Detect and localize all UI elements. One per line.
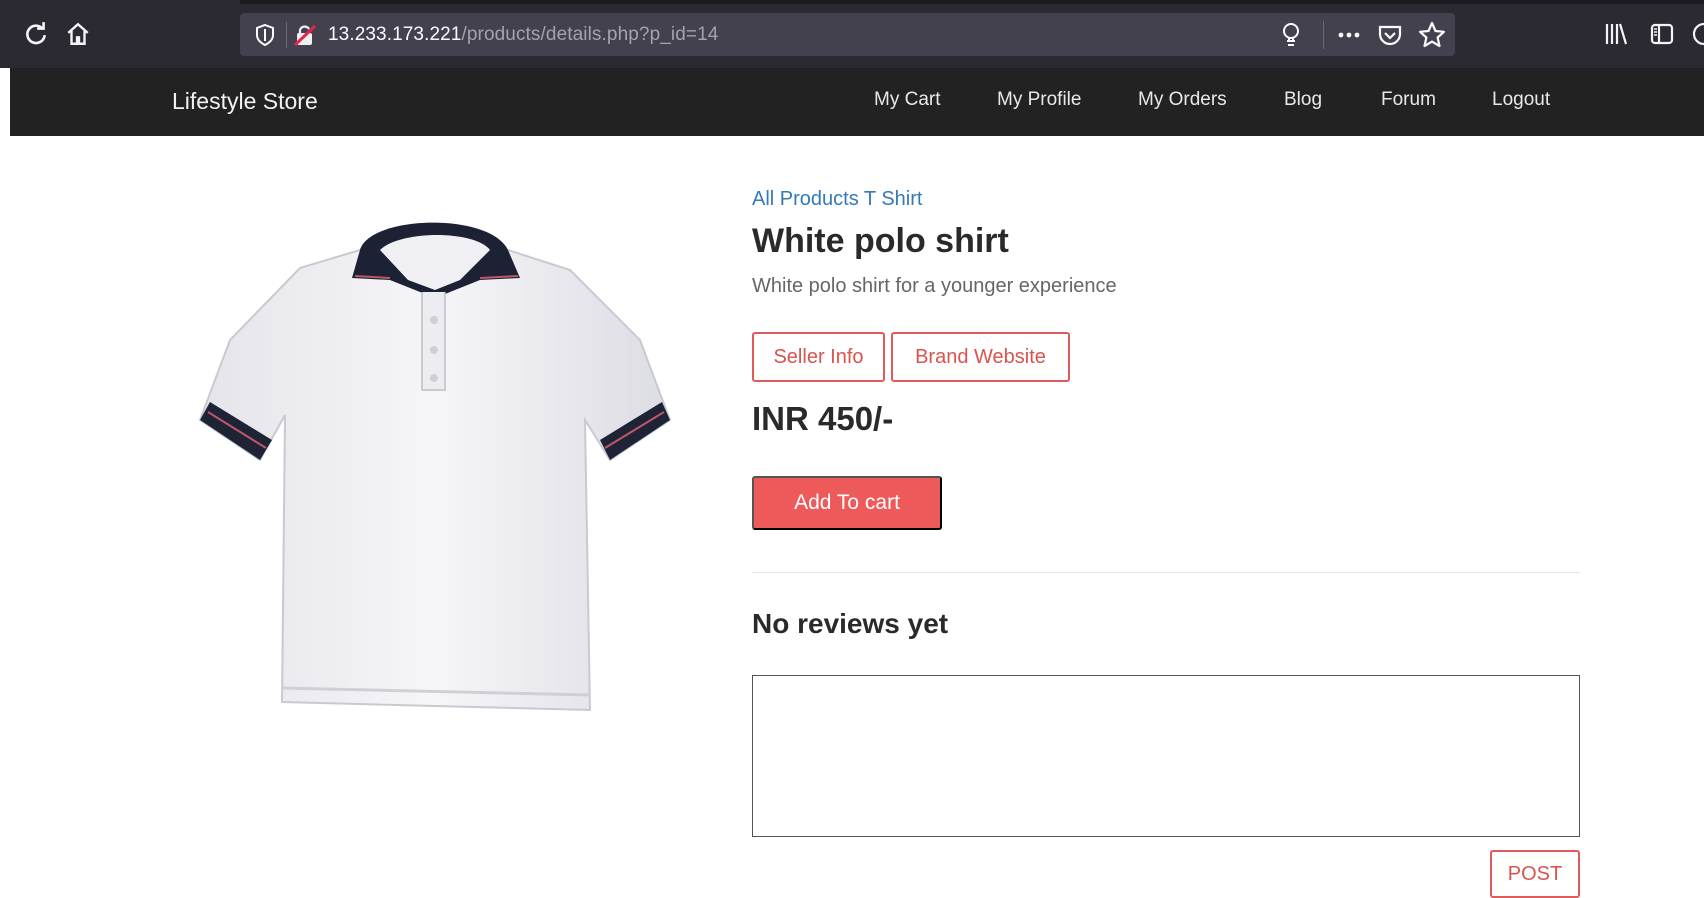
url-bar[interactable]: 13.233.173.221/products/details.php?p_id… bbox=[240, 13, 1455, 56]
url-host: 13.233.173.221 bbox=[328, 24, 462, 45]
more-icon[interactable] bbox=[1336, 21, 1366, 49]
star-icon[interactable] bbox=[1418, 21, 1446, 49]
product-title: White polo shirt bbox=[752, 222, 1009, 260]
url-separator bbox=[286, 22, 287, 48]
nav-forum[interactable]: Forum bbox=[1381, 89, 1436, 111]
nav-blog[interactable]: Blog bbox=[1284, 89, 1322, 111]
site-navbar: Lifestyle Store My Cart My Profile My Or… bbox=[10, 68, 1704, 136]
sidebar-icon[interactable] bbox=[1648, 20, 1676, 48]
nav-logout[interactable]: Logout bbox=[1492, 89, 1550, 111]
account-icon[interactable] bbox=[1690, 20, 1704, 48]
post-review-button[interactable]: POST bbox=[1490, 850, 1580, 898]
home-icon[interactable] bbox=[62, 18, 94, 50]
seller-info-button[interactable]: Seller Info bbox=[752, 332, 885, 382]
reviews-heading: No reviews yet bbox=[752, 608, 949, 639]
nav-my-cart[interactable]: My Cart bbox=[874, 89, 941, 111]
browser-toolbar: 13.233.173.221/products/details.php?p_id… bbox=[0, 0, 1704, 68]
product-price: INR 450/- bbox=[752, 400, 894, 437]
breadcrumb[interactable]: All Products T Shirt bbox=[752, 188, 922, 211]
reload-icon[interactable] bbox=[20, 18, 52, 50]
brand-website-button[interactable]: Brand Website bbox=[891, 332, 1070, 382]
add-to-cart-button[interactable]: Add To cart bbox=[752, 476, 942, 530]
url-text[interactable]: 13.233.173.221/products/details.php?p_id… bbox=[328, 24, 718, 46]
review-textarea[interactable] bbox=[752, 675, 1580, 837]
product-image bbox=[190, 190, 710, 720]
tab-strip-edge bbox=[240, 0, 1704, 4]
brand-logo-link[interactable]: Lifestyle Store bbox=[172, 88, 318, 115]
insecure-lock-icon[interactable] bbox=[293, 23, 317, 47]
pocket-icon[interactable] bbox=[1377, 22, 1403, 48]
shield-icon[interactable] bbox=[254, 23, 276, 47]
nav-my-orders[interactable]: My Orders bbox=[1138, 89, 1227, 111]
bulb-icon[interactable] bbox=[1280, 22, 1304, 48]
url-separator bbox=[1323, 21, 1324, 49]
library-icon[interactable] bbox=[1602, 20, 1630, 48]
url-path: /products/details.php?p_id=14 bbox=[461, 24, 719, 45]
nav-my-profile[interactable]: My Profile bbox=[997, 89, 1081, 111]
product-description: White polo shirt for a younger experienc… bbox=[752, 275, 1117, 297]
section-divider bbox=[752, 572, 1580, 573]
